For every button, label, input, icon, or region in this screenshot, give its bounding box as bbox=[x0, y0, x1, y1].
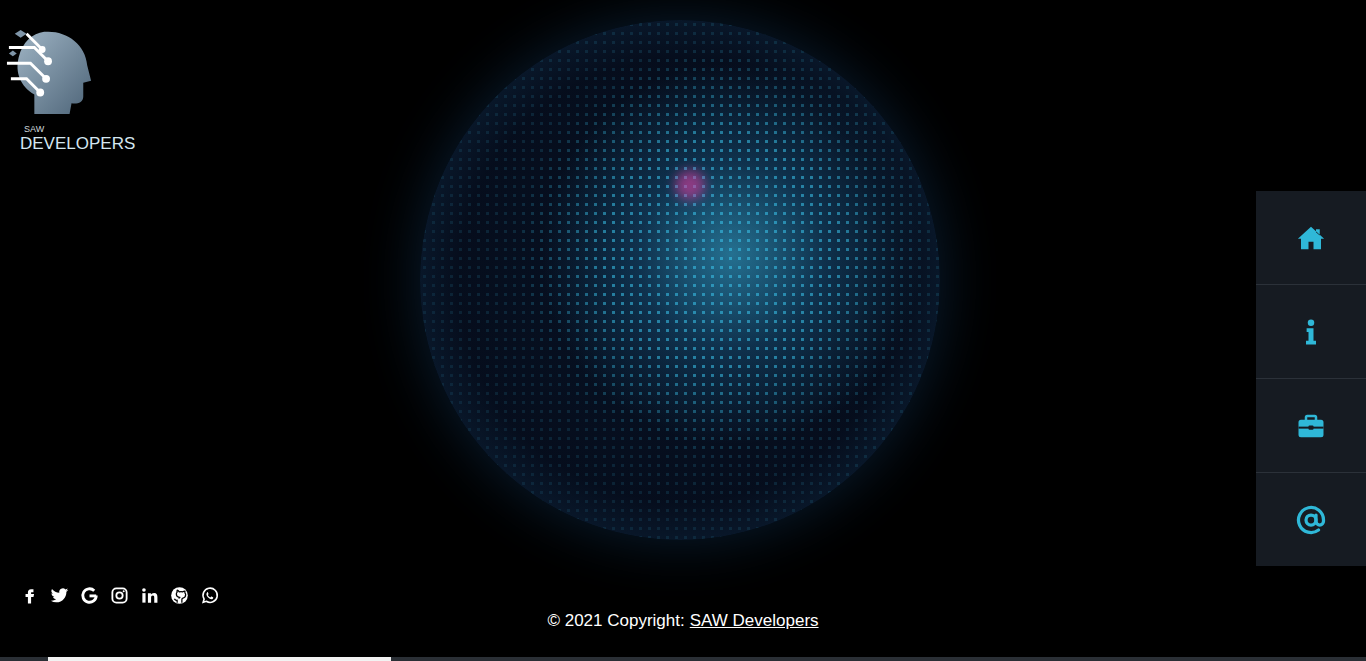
social-links bbox=[0, 586, 1366, 604]
twitter-icon[interactable] bbox=[50, 586, 69, 605]
github-icon[interactable] bbox=[170, 586, 189, 605]
footer-link[interactable]: SAW Developers bbox=[690, 611, 819, 631]
home-icon[interactable] bbox=[1296, 223, 1326, 253]
nav-button[interactable] bbox=[1256, 191, 1366, 285]
copyright-text: © 2021 Copyright: bbox=[547, 611, 684, 631]
progress-track bbox=[0, 657, 1366, 661]
whatsapp-icon[interactable] bbox=[200, 586, 219, 605]
logo-head-icon[interactable] bbox=[4, 26, 96, 116]
briefcase-icon[interactable] bbox=[1296, 411, 1326, 441]
globe-glow bbox=[675, 170, 705, 200]
header: SAWDEVELOPERS bbox=[0, 0, 1366, 154]
instagram-icon[interactable] bbox=[110, 586, 129, 605]
globe-dots bbox=[420, 20, 940, 540]
nav-button[interactable] bbox=[1256, 379, 1366, 473]
footer: © 2021 Copyright: SAW Developers bbox=[0, 611, 1366, 631]
linkedin-icon[interactable] bbox=[140, 586, 159, 605]
at-icon[interactable] bbox=[1296, 505, 1326, 535]
background-globe bbox=[420, 20, 940, 540]
progress-fill bbox=[48, 657, 391, 661]
info-icon[interactable] bbox=[1296, 317, 1326, 347]
google-icon[interactable] bbox=[80, 586, 99, 605]
logo[interactable]: SAWDEVELOPERS bbox=[4, 26, 135, 154]
side-nav bbox=[1256, 191, 1366, 566]
nav-button[interactable] bbox=[1256, 473, 1366, 566]
logo-name-text: DEVELOPERS bbox=[20, 134, 135, 154]
logo-small-text: SAW bbox=[24, 124, 44, 134]
nav-button[interactable] bbox=[1256, 285, 1366, 379]
facebook-icon[interactable] bbox=[20, 586, 39, 605]
